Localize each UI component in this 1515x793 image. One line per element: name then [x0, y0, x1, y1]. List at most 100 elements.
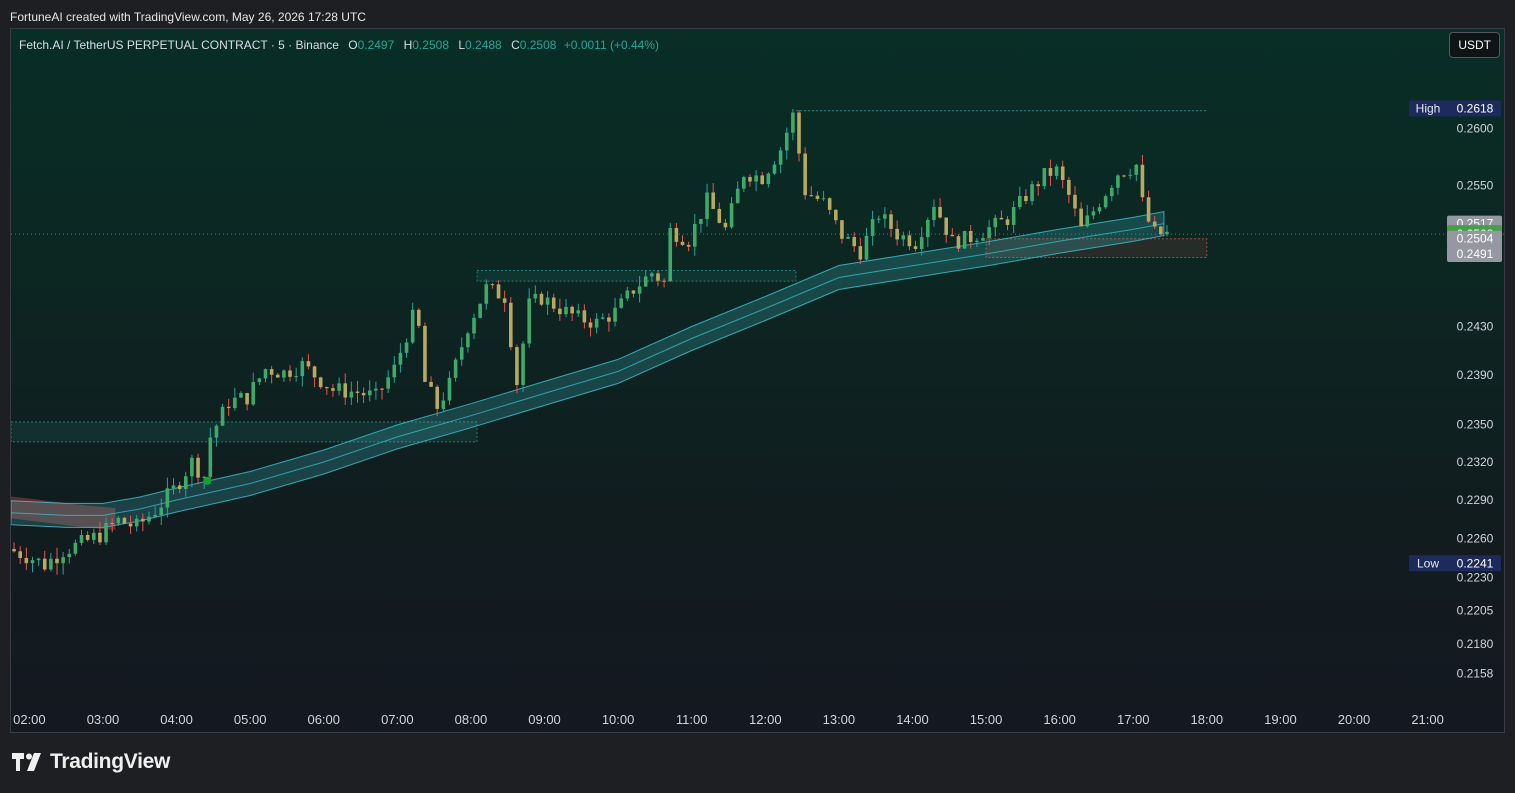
high-badge-label: High	[1416, 102, 1441, 116]
x-tick-label-4: 06:00	[307, 712, 340, 727]
candle-body-73	[459, 347, 464, 360]
candle-body-102	[637, 286, 642, 294]
x-tick-label-15: 17:00	[1117, 712, 1150, 727]
candle-body-170	[1054, 166, 1059, 176]
candle-body-126	[784, 132, 789, 151]
candle-body-117	[729, 203, 734, 228]
candle-body-99	[619, 298, 623, 308]
x-tick-label-1: 03:00	[87, 712, 120, 727]
x-tick-label-0: 02:00	[13, 712, 46, 727]
tradingview-logo-icon	[12, 753, 41, 771]
candle-body-28	[183, 476, 188, 489]
candle-body-15	[104, 523, 108, 543]
candle-body-75	[472, 317, 476, 334]
candle-body-122	[760, 175, 765, 185]
candle-body-35	[226, 406, 231, 409]
candle-body-182	[1128, 174, 1132, 176]
candle-body-87	[545, 297, 550, 305]
demand-zone-1	[476, 269, 797, 282]
candle-body-128	[797, 112, 801, 154]
candle-body-185	[1146, 197, 1151, 222]
candle-body-74	[466, 333, 470, 348]
candle-body-169	[1048, 168, 1053, 176]
candle-body-143	[889, 214, 893, 229]
candle-body-123	[766, 173, 771, 185]
candle-body-100	[625, 290, 630, 299]
candle-body-48	[306, 361, 311, 367]
y-tick-label-5: 0.2320	[1457, 455, 1494, 469]
high-value: 0.2508	[412, 38, 449, 52]
candle-body-19	[128, 523, 133, 527]
currency-button[interactable]: USDT	[1449, 32, 1500, 58]
axes-layer: 0.2600 0.2550 0.2430 0.2390 0.2350 0.2320 0.22…	[11, 100, 1504, 727]
candle-body-18	[122, 517, 127, 524]
candle-body-71	[447, 377, 452, 401]
chart-attribution: FortuneAI created with TradingView.com, …	[10, 10, 366, 24]
candle-body-79	[496, 284, 501, 299]
candle-body-119	[742, 176, 746, 189]
candle-body-166	[1030, 184, 1034, 202]
candle-body-52	[331, 388, 335, 391]
candle-body-9	[67, 553, 72, 558]
close-value: 0.2508	[519, 38, 557, 52]
low-value: 0.2488	[465, 38, 502, 52]
candle-body-26	[171, 485, 176, 489]
candle-body-60	[380, 388, 384, 390]
candle-body-107	[668, 227, 673, 282]
x-tick-label-3: 05:00	[234, 712, 267, 727]
candle-body-93	[582, 310, 587, 323]
high-badge-value: 0.2618	[1457, 102, 1494, 116]
candle-body-38	[245, 393, 249, 405]
candle-body-121	[754, 175, 758, 182]
candle-body-86	[539, 293, 544, 305]
x-tick-label-2: 04:00	[160, 712, 193, 727]
candle-body-49	[312, 366, 317, 378]
candle-body-124	[772, 164, 777, 174]
candle-body-131	[815, 195, 820, 199]
candle-body-65	[410, 309, 415, 343]
candle-body-180	[1116, 175, 1120, 188]
candle-body-154	[956, 236, 961, 249]
candle-body-22	[147, 516, 151, 522]
brand[interactable]: TradingView	[12, 750, 170, 774]
candle-body-174	[1079, 208, 1083, 227]
candle-body-162	[1005, 219, 1010, 225]
candle-body-66	[417, 309, 421, 326]
candle-body-105	[656, 273, 660, 281]
candle-body-176	[1091, 211, 1096, 216]
candle-body-89	[558, 308, 562, 315]
candle-body-184	[1140, 164, 1145, 198]
candle-body-80	[502, 298, 507, 303]
candle-body-139	[864, 235, 869, 260]
x-tick-label-5: 07:00	[381, 712, 414, 727]
y-tick-label-2: 0.2430	[1457, 319, 1494, 333]
candle-body-47	[300, 361, 305, 377]
symbol-title[interactable]: Fetch.AI / TetherUS PERPETUAL CONTRACT ·…	[19, 38, 339, 52]
candle-body-181	[1122, 175, 1126, 177]
y-tick-label-0: 0.2600	[1457, 122, 1494, 136]
candle-body-171	[1060, 166, 1065, 180]
candle-body-175	[1085, 215, 1090, 227]
candle-body-109	[680, 241, 685, 245]
candle-body-63	[398, 352, 403, 365]
price-chart[interactable]: 0.2600 0.2550 0.2430 0.2390 0.2350 0.2320 0.22…	[11, 29, 1504, 732]
chart-panel[interactable]: 0.2600 0.2550 0.2430 0.2390 0.2350 0.2320 0.22…	[10, 28, 1505, 733]
candle-body-147	[913, 246, 918, 249]
candle-body-4	[36, 558, 41, 561]
candle-body-10	[73, 542, 78, 554]
candle-body-90	[564, 306, 568, 315]
candle-body-20	[134, 518, 139, 527]
candle-body-130	[809, 195, 814, 197]
candle-body-116	[723, 222, 728, 228]
y-tick-label-10: 0.2180	[1457, 637, 1494, 651]
price-badge-value-3: 0.2504	[1457, 232, 1494, 246]
candle-body-137	[852, 237, 857, 247]
candle-body-39	[251, 382, 256, 405]
candle-body-104	[650, 273, 654, 277]
candle-body-152	[944, 217, 949, 235]
candle-body-125	[778, 150, 783, 165]
ema-ribbon-band	[11, 210, 1165, 528]
brand-name: TradingView	[50, 750, 171, 773]
x-tick-label-8: 10:00	[602, 712, 635, 727]
candle-body-183	[1134, 164, 1139, 175]
